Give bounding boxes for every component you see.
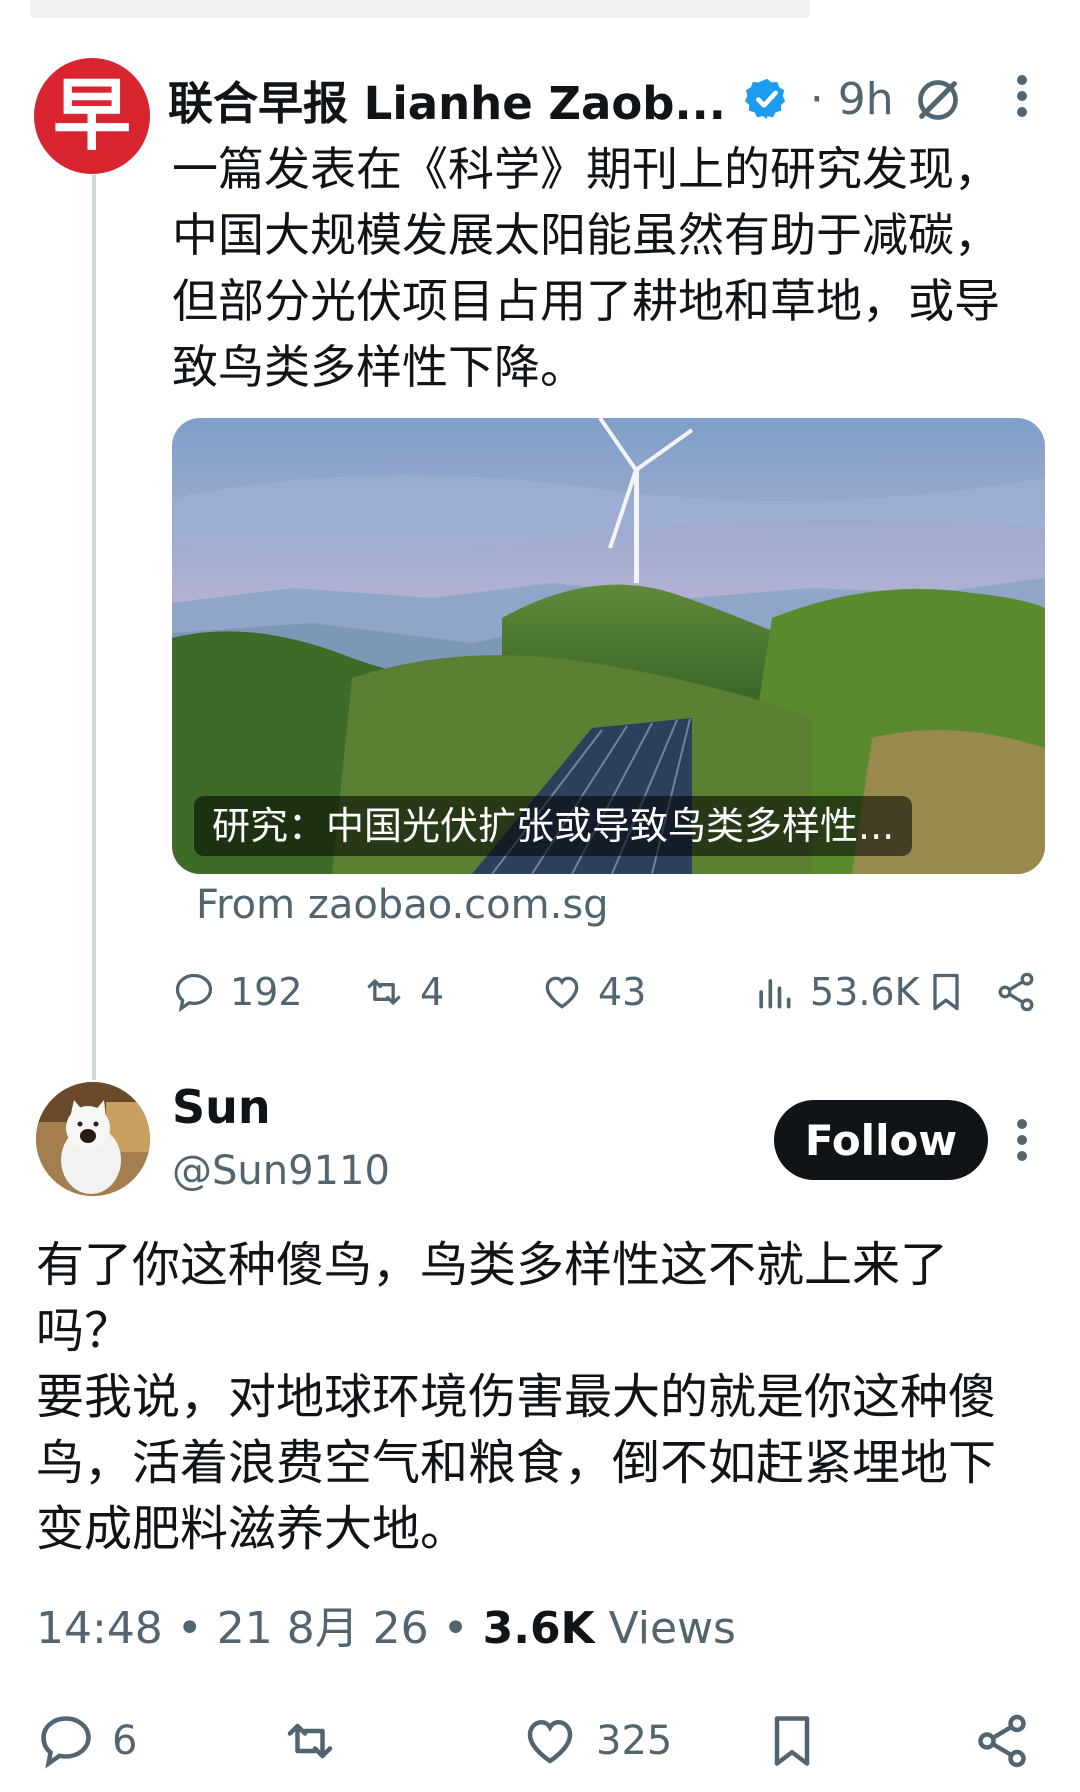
- reply-meta: 14:48 • 21 8月 26 • 3.6K Views: [36, 1592, 736, 1656]
- follow-button[interactable]: Follow: [774, 1100, 988, 1180]
- repost-icon: [367, 979, 401, 1005]
- heart-icon: [545, 976, 579, 1009]
- grok-icon[interactable]: [910, 72, 966, 128]
- share-icon: [998, 972, 1034, 1012]
- reply-avatar[interactable]: [36, 1082, 150, 1196]
- reply-icon: [41, 1716, 91, 1769]
- views-count: 53.6K: [810, 970, 920, 1014]
- card-source[interactable]: From zaobao.com.sg: [196, 882, 609, 928]
- author-name[interactable]: 联合早报 Lianhe Zaob...: [168, 67, 726, 132]
- reply-repost-button[interactable]: [280, 1706, 356, 1776]
- card-caption: 研究：中国光伏扩张或导致鸟类多样性...: [194, 796, 913, 856]
- author-avatar[interactable]: 早: [34, 58, 150, 174]
- like-count: 43: [598, 970, 647, 1014]
- reply-button[interactable]: 192: [172, 962, 303, 1022]
- reply-author-name[interactable]: Sun: [172, 1080, 271, 1134]
- avatar-logo-char: 早: [52, 70, 131, 161]
- reply-text: 有了你这种傻鸟，鸟类多样性这不就上来了吗？ 要我说，对地球环境伤害最大的就是你这…: [36, 1237, 997, 1557]
- views-button[interactable]: 53.6K: [752, 962, 920, 1022]
- reply-icon: [175, 973, 213, 1013]
- reply-timestamp[interactable]: 14:48 • 21 8月 26 •: [36, 1603, 483, 1654]
- reply-actions: 6 325: [36, 1706, 1076, 1776]
- bookmark-icon: [774, 1716, 810, 1766]
- reply-like-button[interactable]: 325: [520, 1706, 672, 1776]
- reply-more-options-icon[interactable]: [1012, 1118, 1032, 1162]
- post-actions: 192 4 43 53.6K: [172, 962, 1052, 1022]
- reply-author-handle[interactable]: @Sun9110: [172, 1148, 390, 1194]
- post-text: 一篇发表在《科学》期刊上的研究发现，中国大规模发展太阳能虽然有助于减碳，但部分光…: [172, 142, 1000, 394]
- verified-badge-icon: [744, 78, 786, 120]
- reply-bookmark-button[interactable]: [762, 1706, 838, 1776]
- repost-count: 4: [420, 970, 445, 1014]
- more-options-icon[interactable]: [1012, 74, 1032, 118]
- share-icon: [978, 1714, 1026, 1768]
- like-button[interactable]: 43: [540, 962, 646, 1022]
- bookmark-button[interactable]: [924, 962, 982, 1022]
- reply-like-count: 325: [596, 1718, 673, 1764]
- share-button[interactable]: [994, 962, 1052, 1022]
- repost-button[interactable]: 4: [362, 962, 444, 1022]
- heart-icon: [527, 1719, 573, 1764]
- repost-icon: [287, 1723, 333, 1759]
- thread-line: [92, 175, 96, 1080]
- reply-views-label: Views: [594, 1603, 736, 1654]
- cat-avatar-image: [36, 1082, 150, 1196]
- reply-count: 192: [230, 970, 303, 1014]
- reply-reply-button[interactable]: 6: [36, 1706, 137, 1776]
- previous-post-edge: [30, 0, 810, 18]
- views-icon: [759, 979, 791, 1009]
- post-time[interactable]: · 9h: [810, 74, 894, 125]
- reply-views-count: 3.6K: [482, 1603, 595, 1654]
- bookmark-icon: [933, 973, 959, 1011]
- reply-reply-count: 6: [112, 1718, 138, 1764]
- reply-share-button[interactable]: [972, 1706, 1048, 1776]
- link-card[interactable]: 研究：中国光伏扩张或导致鸟类多样性...: [172, 418, 1045, 874]
